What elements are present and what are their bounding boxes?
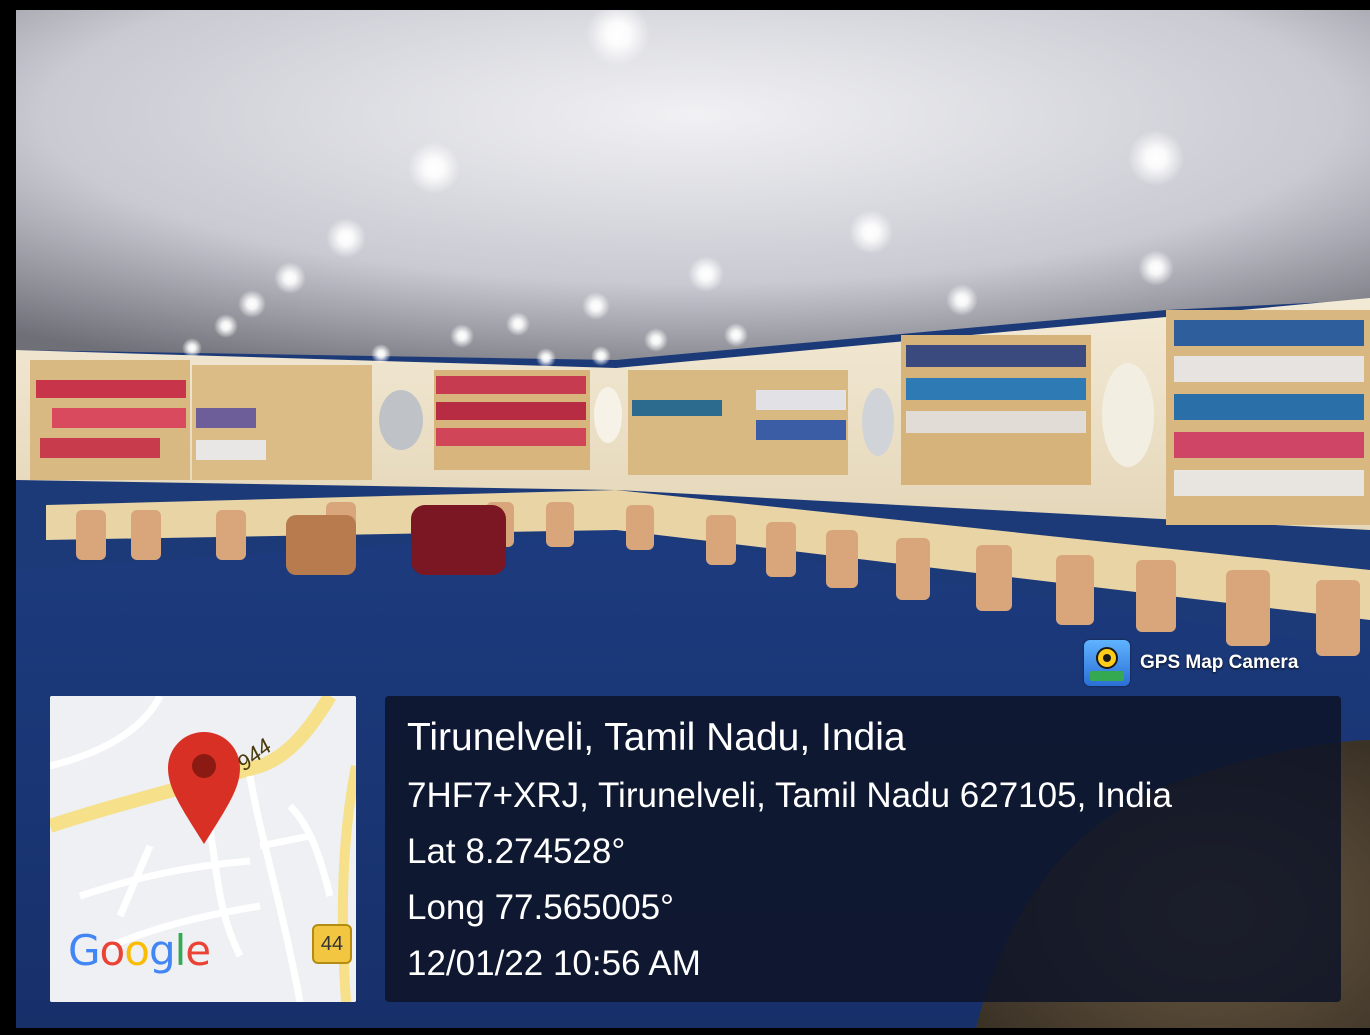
mirror-4: [1102, 363, 1154, 467]
location-info-panel: Tirunelveli, Tamil Nadu, India 7HF7+XRJ,…: [385, 696, 1341, 1002]
mirror-1: [379, 390, 423, 450]
google-logo-letter: o: [124, 926, 150, 975]
google-logo-letter: o: [99, 926, 126, 975]
route-shield-badge: 44: [312, 924, 352, 964]
photo-frame: GPS Map Camera 944 Google 44 Tirunelveli…: [0, 0, 1370, 1035]
map-thumbnail[interactable]: 944 Google 44: [50, 696, 356, 1002]
mirror-2: [594, 387, 622, 443]
latitude: Lat 8.274528°: [407, 832, 626, 871]
ceiling: [16, 10, 1370, 360]
gps-map-camera-icon: [1084, 640, 1130, 686]
google-logo: Google: [68, 926, 211, 975]
address-line: 7HF7+XRJ, Tirunelveli, Tamil Nadu 627105…: [407, 776, 1172, 815]
gps-map-camera-badge: GPS Map Camera: [1084, 638, 1298, 688]
google-logo-letter: l: [174, 926, 187, 975]
armchair-wood: [286, 515, 356, 575]
google-logo-letter: g: [148, 926, 176, 975]
gps-badge-label: GPS Map Camera: [1140, 652, 1299, 673]
mirror-3: [862, 388, 894, 456]
armchair-red: [411, 505, 506, 575]
place-name: Tirunelveli, Tamil Nadu, India: [407, 716, 906, 759]
timestamp: 12/01/22 10:56 AM: [407, 944, 701, 983]
google-logo-letter: e: [185, 926, 211, 975]
google-logo-letter: G: [68, 926, 101, 975]
longitude: Long 77.565005°: [407, 888, 675, 927]
